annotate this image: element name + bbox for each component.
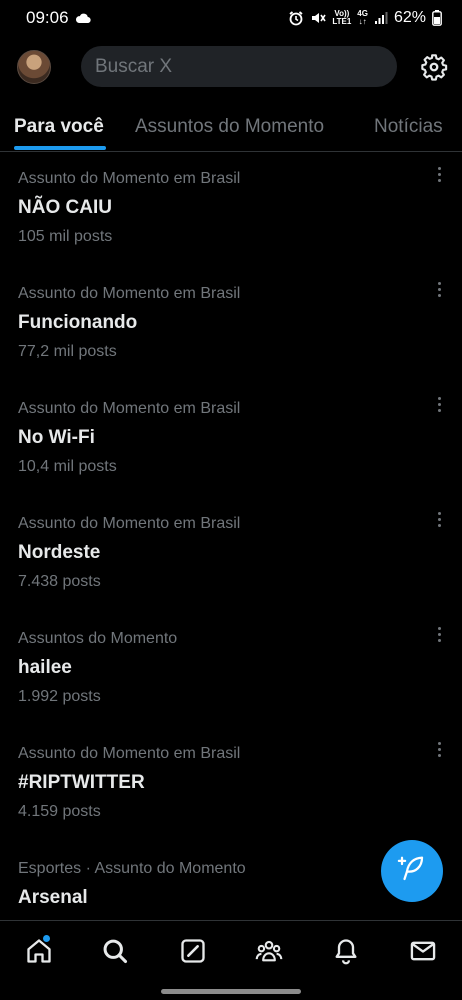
tab-para-voce[interactable]: Para você bbox=[14, 116, 104, 138]
status-bar: 09:06 Vo)) LTE1 4G ↓↑ 62% bbox=[0, 0, 462, 36]
trend-post-count: 1.992 posts bbox=[18, 688, 101, 705]
trend-name: Arsenal bbox=[18, 887, 88, 908]
trend-context: Assunto do Momento em Brasil bbox=[18, 515, 241, 532]
avatar[interactable] bbox=[17, 50, 51, 84]
communities-icon[interactable] bbox=[255, 937, 283, 965]
more-options-icon[interactable] bbox=[430, 279, 448, 299]
home-unread-dot bbox=[43, 935, 50, 942]
trend-context: Assunto do Momento em Brasil bbox=[18, 170, 241, 187]
alarm-icon bbox=[288, 10, 304, 26]
trend-name: hailee bbox=[18, 657, 72, 678]
trend-context: Assunto do Momento em Brasil bbox=[18, 400, 241, 417]
trend-name: #RIPTWITTER bbox=[18, 772, 145, 793]
active-tab-indicator bbox=[14, 146, 106, 150]
trend-name: Nordeste bbox=[18, 542, 101, 563]
status-icons: Vo)) LTE1 4G ↓↑ 62% bbox=[288, 9, 442, 27]
trend-item[interactable]: Assuntos do Momento hailee 1.992 posts bbox=[0, 614, 462, 729]
more-options-icon[interactable] bbox=[430, 509, 448, 529]
volte-indicator: Vo)) LTE1 bbox=[332, 10, 351, 26]
tab-assuntos-do-momento[interactable]: Assuntos do Momento bbox=[135, 116, 324, 138]
more-options-icon[interactable] bbox=[430, 624, 448, 644]
trend-item[interactable]: Assunto do Momento em Brasil No Wi-Fi 10… bbox=[0, 384, 462, 499]
search-icon[interactable] bbox=[101, 937, 129, 965]
compose-post-icon bbox=[397, 854, 427, 889]
trend-item[interactable]: Assunto do Momento em Brasil #RIPTWITTER… bbox=[0, 729, 462, 844]
top-header: Buscar X bbox=[0, 36, 462, 98]
volte-line2: LTE1 bbox=[332, 17, 352, 26]
trend-context: Assuntos do Momento bbox=[18, 630, 178, 647]
bottom-navigation bbox=[0, 920, 462, 982]
trend-item[interactable]: Assunto do Momento em Brasil NÃO CAIU 10… bbox=[0, 154, 462, 269]
more-options-icon[interactable] bbox=[430, 394, 448, 414]
notifications-icon[interactable] bbox=[332, 937, 360, 965]
trend-context: Assunto do Momento em Brasil bbox=[18, 745, 241, 762]
status-time: 09:06 bbox=[26, 8, 69, 27]
more-options-icon[interactable] bbox=[430, 739, 448, 759]
trend-context: Assunto do Momento em Brasil bbox=[18, 285, 241, 302]
home-icon[interactable] bbox=[25, 937, 53, 965]
cloud-icon bbox=[75, 13, 91, 24]
mute-icon bbox=[310, 10, 326, 26]
more-options-icon[interactable] bbox=[430, 164, 448, 184]
trend-name: NÃO CAIU bbox=[18, 197, 112, 218]
gear-icon[interactable] bbox=[420, 53, 448, 81]
messages-icon[interactable] bbox=[409, 937, 437, 965]
search-bar[interactable]: Buscar X bbox=[81, 46, 397, 87]
network-arrows: ↓↑ bbox=[358, 17, 367, 26]
trend-post-count: 4.159 posts bbox=[18, 803, 101, 820]
network-type-indicator: 4G ↓↑ bbox=[357, 10, 368, 26]
battery-icon bbox=[432, 10, 442, 26]
compose-post-button[interactable] bbox=[381, 840, 443, 902]
trend-post-count: 105 mil posts bbox=[18, 228, 113, 245]
gesture-home-bar[interactable] bbox=[161, 989, 301, 994]
trend-post-count: 77,2 mil posts bbox=[18, 343, 117, 360]
trend-item[interactable]: Assunto do Momento em Brasil Funcionando… bbox=[0, 269, 462, 384]
trend-name: No Wi-Fi bbox=[18, 427, 95, 448]
grok-icon[interactable] bbox=[179, 937, 207, 965]
trend-post-count: 10,4 mil posts bbox=[18, 458, 117, 475]
trend-context: Esportes · Assunto do Momento bbox=[18, 860, 246, 877]
trend-post-count: 7.438 posts bbox=[18, 573, 101, 590]
tab-bar: Para você Assuntos do Momento Notícias bbox=[0, 100, 462, 152]
search-placeholder: Buscar X bbox=[95, 55, 173, 77]
trend-name: Funcionando bbox=[18, 312, 138, 333]
battery-percent: 62% bbox=[393, 9, 426, 26]
signal-icon bbox=[374, 11, 388, 25]
tab-noticias[interactable]: Notícias bbox=[374, 116, 443, 138]
trend-item[interactable]: Assunto do Momento em Brasil Nordeste 7.… bbox=[0, 499, 462, 614]
